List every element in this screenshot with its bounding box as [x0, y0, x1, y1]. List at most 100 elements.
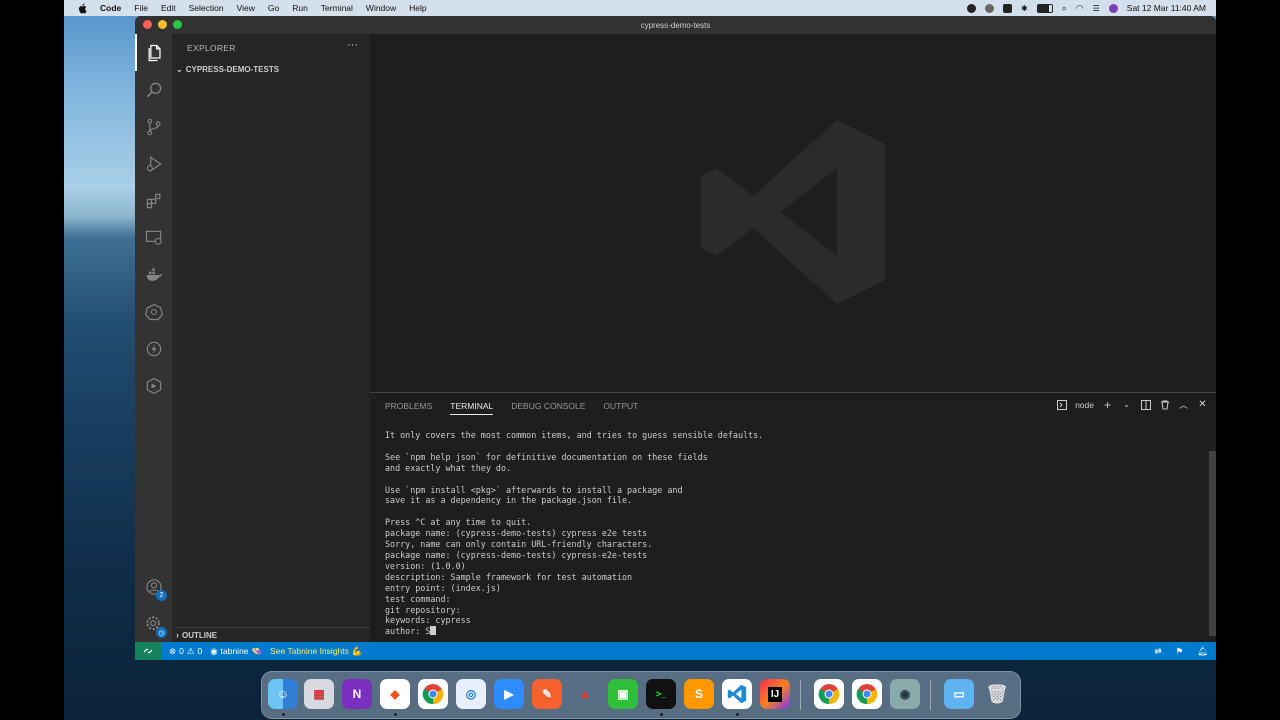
terminal-scrollbar[interactable] — [1209, 451, 1216, 636]
brave-icon[interactable]: ◆ — [380, 679, 410, 709]
tabnine-insights-link[interactable]: See Tabnine Insights 💪 — [270, 646, 362, 657]
menu-file[interactable]: File — [134, 3, 148, 13]
terminal-line: git repository: — [385, 604, 461, 615]
thunder-client-icon[interactable] — [135, 330, 172, 367]
menubar-clock[interactable]: Sat 12 Mar 11:40 AM — [1127, 3, 1206, 13]
workspace-folder[interactable]: ⌄ CYPRESS-DEMO-TESTS — [176, 65, 279, 74]
folder-icon[interactable]: ▭ — [944, 679, 974, 709]
bottom-panel: PROBLEMS TERMINAL DEBUG CONSOLE OUTPUT n… — [370, 392, 1216, 643]
sublime-icon[interactable]: S — [684, 679, 714, 709]
terminal-prompt-line[interactable]: author: S — [385, 626, 1197, 637]
accounts-icon[interactable]: 2 — [135, 568, 172, 605]
safari-icon[interactable]: ◎ — [456, 679, 486, 709]
explorer-icon[interactable] — [135, 34, 172, 71]
globe-icon[interactable] — [985, 3, 994, 13]
battery-icon[interactable] — [1036, 3, 1053, 13]
bluetooth-icon[interactable]: ✱ — [1021, 4, 1028, 13]
window-title: cypress-demo-tests — [640, 20, 711, 30]
tabnine-status[interactable]: ◉ tabnine 👒 — [210, 646, 262, 657]
split-terminal-icon[interactable] — [1140, 399, 1151, 410]
chrome-icon[interactable] — [852, 679, 882, 709]
terminal-cursor — [430, 626, 437, 636]
apple-icon[interactable] — [76, 2, 88, 14]
vscode-icon[interactable] — [722, 679, 752, 709]
terminal-icon[interactable]: >_ — [646, 679, 676, 709]
gitlens-icon[interactable] — [135, 367, 172, 404]
outline-label: OUTLINE — [182, 630, 218, 640]
tab-debug-console[interactable]: DEBUG CONSOLE — [511, 401, 585, 415]
live-share-icon[interactable]: ⚑ — [1176, 646, 1184, 657]
preview-icon[interactable]: ◉ — [890, 679, 920, 709]
terminal-line: version: (1.0.0) — [385, 560, 466, 571]
mac-dock: ☺ ▦ N ◆ ◎ ▶ ✎ ▲ ▣ >_ S IJ ◉ ▭ 🗑︎ — [261, 671, 1021, 719]
record-icon[interactable] — [967, 3, 976, 13]
title-bar: cypress-demo-tests — [135, 16, 1216, 34]
vscode-watermark-icon — [701, 120, 885, 304]
finder-icon[interactable]: ☺ — [268, 679, 298, 709]
kubernetes-icon[interactable] — [135, 293, 172, 330]
menu-view[interactable]: View — [237, 3, 255, 13]
menu-edit[interactable]: Edit — [161, 3, 176, 13]
terminal-dropdown-icon[interactable]: ⌄ — [1121, 399, 1132, 410]
error-icon: ⊗ — [169, 645, 177, 656]
siri-icon[interactable] — [1108, 3, 1118, 13]
menu-app-name[interactable]: Code — [100, 3, 121, 13]
zoom-window-button[interactable] — [173, 20, 182, 29]
more-actions-icon[interactable]: ··· — [347, 39, 358, 51]
tab-terminal[interactable]: TERMINAL — [450, 401, 494, 415]
minimize-window-button[interactable] — [158, 20, 167, 29]
maximize-panel-icon[interactable]: ︿ — [1178, 399, 1189, 410]
warning-app-icon[interactable]: ▲ — [570, 679, 600, 709]
outline-section[interactable]: › OUTLINE — [176, 627, 370, 642]
trash-icon[interactable]: 🗑︎ — [982, 679, 1012, 709]
editor-area[interactable] — [370, 34, 1216, 392]
new-terminal-icon[interactable]: + — [1102, 398, 1113, 412]
menu-help[interactable]: Help — [409, 3, 426, 13]
remote-explorer-icon[interactable] — [135, 219, 172, 256]
terminal-line: description: Sample framework for test a… — [385, 571, 633, 582]
menu-window[interactable]: Window — [366, 3, 396, 13]
menu-go[interactable]: Go — [268, 3, 279, 13]
trash-terminal-icon[interactable] — [1159, 399, 1170, 410]
close-window-button[interactable] — [143, 20, 152, 29]
docker-icon[interactable] — [135, 256, 172, 293]
zoom-icon[interactable]: ▶ — [494, 679, 524, 709]
manage-gear-icon[interactable]: ◷ — [135, 605, 172, 642]
close-panel-icon[interactable]: ✕ — [1197, 399, 1208, 410]
remote-indicator-icon[interactable] — [135, 642, 161, 660]
chrome-icon[interactable] — [814, 679, 844, 709]
sublime-status-icon[interactable] — [1003, 3, 1012, 13]
explorer-title: EXPLORER — [187, 43, 236, 53]
terminal-output[interactable]: It only covers the most common items, an… — [385, 430, 1197, 640]
search-icon[interactable] — [135, 71, 172, 108]
menu-selection[interactable]: Selection — [189, 3, 224, 13]
facetime-icon[interactable]: ▣ — [608, 679, 638, 709]
desktop: Code File Edit Selection View Go Run Ter… — [64, 0, 1216, 720]
onenote-icon[interactable]: N — [342, 679, 372, 709]
terminal-line: save it as a dependency in the package.j… — [385, 495, 633, 506]
spotlight-icon[interactable]: ⌕ — [1062, 3, 1067, 14]
pen-app-icon[interactable]: ✎ — [532, 679, 562, 709]
extensions-icon[interactable] — [135, 182, 172, 219]
tab-output[interactable]: OUTPUT — [603, 401, 638, 415]
wifi-icon[interactable]: ◠ — [1076, 3, 1084, 14]
notifications-bell-icon[interactable]: 🔔︎ — [1197, 646, 1208, 657]
terminal-shell-name[interactable]: node — [1075, 400, 1094, 410]
terminal-shell-icon — [1056, 399, 1067, 410]
terminal-line: Press ^C at any time to quit. — [385, 517, 532, 528]
source-control-icon[interactable] — [135, 108, 172, 145]
sync-icon[interactable]: ⇄ — [1154, 646, 1161, 657]
chrome-icon[interactable] — [418, 679, 448, 709]
control-center-icon[interactable]: ☰ — [1093, 4, 1100, 13]
intellij-icon[interactable]: IJ — [760, 679, 790, 709]
problems-status[interactable]: ⊗ 0 ⚠ 0 — [169, 646, 202, 657]
tab-problems[interactable]: PROBLEMS — [385, 401, 432, 415]
launchpad-icon[interactable]: ▦ — [304, 679, 334, 709]
terminal-line: and exactly what they do. — [385, 462, 512, 473]
menu-run[interactable]: Run — [292, 3, 308, 13]
explorer-sidebar: EXPLORER ··· ⌄ CYPRESS-DEMO-TESTS › OUTL… — [172, 34, 370, 642]
run-debug-icon[interactable] — [135, 145, 172, 182]
menu-terminal[interactable]: Terminal — [321, 3, 353, 13]
